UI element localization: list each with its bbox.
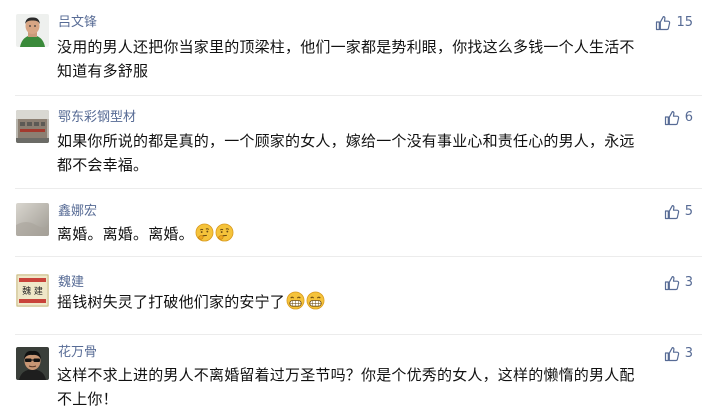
like-button[interactable]: 15 [655,15,693,31]
thumbs-up-icon [664,205,679,220]
avatar-image [16,203,49,236]
comment-text-content: 离婚。离婚。离婚。 [57,225,194,243]
comment-list: 吕文锋 15 没用的男人还把你当家里的顶梁柱，他们一家都是势利眼，你找这么多钱一… [0,0,702,413]
comment-text: 这样不求上进的男人不离婚留着过万圣节吗？你是个优秀的女人，这样的懒惰的男人配 不… [57,363,689,411]
comment-text-line: 都不会幸福。 [57,156,149,174]
comment-text-line: 如果你所说的都是真的，一个顾家的女人，嫁给一个没有事业心和责任心的男人，永远 [57,132,635,150]
comment-text-content: 摇钱树失灵了打破他们家的安宁了 [57,293,286,311]
thinking-emoji [215,223,234,242]
comment-text: 没用的男人还把你当家里的顶梁柱，他们一家都是势利眼，你找这么多钱一个人生活不 知… [57,35,689,83]
username[interactable]: 花万骨 [58,345,97,361]
avatar[interactable] [16,14,49,47]
comment-text-line: 摇钱树失灵了打破他们家的安宁了 [57,290,689,314]
avatar[interactable]: 魏 建 [16,274,49,307]
comment-text: 摇钱树失灵了打破他们家的安宁了 [57,290,689,314]
avatar-image [16,110,49,143]
grin-emoji [286,291,305,310]
username[interactable]: 吕文锋 [58,15,97,31]
comment-text-line: 这样不求上进的男人不离婚留着过万圣节吗？你是个优秀的女人，这样的懒惰的男人配 [57,366,635,384]
comment-text-line: 离婚。离婚。离婚。 [57,222,689,246]
thinking-emoji [195,223,214,242]
comment-text: 离婚。离婚。离婚。 [57,222,689,246]
like-button[interactable]: 6 [664,110,693,126]
comment-text-line: 不上你！ [57,390,118,408]
comment-item: 魏 建 魏建 3 摇钱树失灵了打破他们家的安宁了 [0,257,702,335]
avatar[interactable] [16,203,49,236]
like-button[interactable]: 5 [664,204,693,220]
avatar-image: 魏 建 [16,274,49,307]
thumbs-up-icon [664,347,679,362]
comment-item: 花万骨 3 这样不求上进的男人不离婚留着过万圣节吗？你是个优秀的女人，这样的懒惰… [0,335,702,413]
avatar[interactable] [16,347,49,380]
thumbs-up-icon [664,276,679,291]
avatar-image [16,14,49,47]
thumbs-up-icon [656,16,671,31]
avatar-sign-text: 魏 建 [22,285,43,297]
like-button[interactable]: 3 [664,346,693,362]
comment-item: 鄂东彩钢型材 6 如果你所说的都是真的，一个顾家的女人，嫁给一个没有事业心和责任… [0,96,702,189]
comment-text-line: 知道有多舒服 [57,62,149,80]
comment-text-line: 没用的男人还把你当家里的顶梁柱，他们一家都是势利眼，你找这么多钱一个人生活不 [57,38,635,56]
comment-item: 吕文锋 15 没用的男人还把你当家里的顶梁柱，他们一家都是势利眼，你找这么多钱一… [0,0,702,96]
like-count: 6 [684,110,693,125]
like-count: 3 [684,275,693,290]
thumbs-up-icon [664,111,679,126]
avatar-image [16,347,49,380]
grin-emoji [306,291,325,310]
comment-item: 鑫娜宏 5 离婚。离婚。离婚。 [0,189,702,257]
like-count: 3 [684,346,693,361]
username[interactable]: 鑫娜宏 [58,204,97,220]
username[interactable]: 魏建 [58,275,84,291]
avatar[interactable] [16,110,49,143]
comment-text: 如果你所说的都是真的，一个顾家的女人，嫁给一个没有事业心和责任心的男人，永远 都… [57,129,689,177]
like-count: 5 [684,204,693,219]
username[interactable]: 鄂东彩钢型材 [58,110,136,126]
like-button[interactable]: 3 [664,275,693,291]
like-count: 15 [676,15,693,30]
